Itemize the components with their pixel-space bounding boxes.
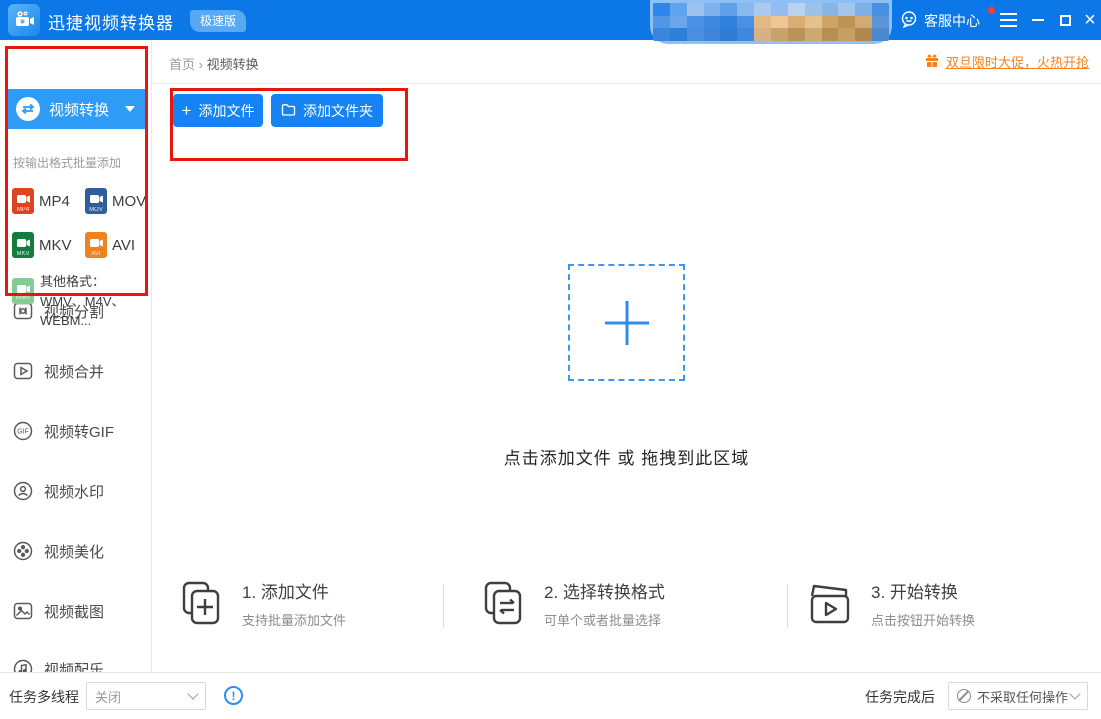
chevron-down-icon: [187, 688, 199, 700]
convert-swap-icon: [16, 97, 40, 121]
format-mkv[interactable]: MKV MKV: [12, 232, 72, 258]
promo-link[interactable]: 双旦限时大促，火热开抢: [924, 52, 1089, 71]
sidebar-item-video-merge[interactable]: 视频合并: [12, 360, 104, 382]
chat-bubble-icon: [900, 10, 918, 31]
sidebar-item-video-to-gif[interactable]: GIF 视频转GIF: [12, 420, 114, 442]
multithread-select[interactable]: 关闭: [86, 682, 206, 710]
svg-text:GIF: GIF: [17, 429, 29, 436]
service-center-button[interactable]: 客服中心: [900, 10, 980, 31]
app-title: 迅捷视频转换器: [48, 14, 174, 33]
info-icon[interactable]: !: [224, 686, 243, 705]
multithread-value: 关闭: [95, 689, 122, 705]
multithread-label: 任务多线程: [9, 689, 79, 705]
step2-desc: 可单个或者批量选择: [544, 613, 662, 628]
breadcrumb-home[interactable]: 首页: [169, 57, 195, 72]
format-label: MOV: [112, 192, 147, 210]
breadcrumb-bar: 首页 › 视频转换 双旦限时大促，火热开抢: [152, 40, 1101, 84]
sidebar-item-video-screenshot[interactable]: 视频截图: [12, 600, 104, 622]
redacted-account-area: [650, 0, 892, 44]
start-convert-step-icon: [810, 584, 850, 623]
service-center-label: 客服中心: [924, 12, 980, 29]
title-bar: 迅捷视频转换器 极速版 客服中心 ×: [0, 0, 1101, 44]
add-file-button[interactable]: + 添加文件: [173, 94, 263, 127]
breadcrumb-current: 视频转换: [206, 57, 259, 72]
watermark-icon: [13, 481, 33, 501]
promo-text[interactable]: 双旦限时大促，火热开抢: [946, 52, 1089, 71]
step3-title: 3. 开始转换: [871, 583, 958, 602]
minimize-icon: [1032, 19, 1044, 21]
step1-title: 1. 添加文件: [242, 583, 329, 602]
other-formats-label: 其他格式：WMV、M4V、WEBM...: [40, 274, 125, 328]
mp4-file-icon: MP4: [12, 188, 34, 214]
sidebar-item-video-watermark[interactable]: 视频水印: [12, 480, 104, 502]
plus-icon-large: [604, 300, 649, 345]
edition-badge: 极速版: [190, 10, 247, 32]
status-bar: 任务多线程 关闭 ! 任务完成后 不采取任何操作: [0, 672, 1101, 719]
sidebar-item-label: 视频水印: [44, 483, 105, 501]
format-label: AVI: [112, 236, 136, 254]
add-folder-label: 添加文件夹: [303, 102, 373, 119]
step1-desc: 支持批量添加文件: [242, 613, 347, 628]
sidebar-item-video-convert[interactable]: 视频转换: [8, 89, 145, 129]
add-folder-button[interactable]: 添加文件夹: [271, 94, 383, 127]
pixelated-mosaic: [653, 3, 889, 41]
notification-dot: [988, 7, 995, 14]
drop-zone-hint: 点击添加文件 或 拖拽到此区域: [503, 449, 750, 468]
add-file-step-icon: [182, 581, 220, 624]
sidebar-item-label: 视频截图: [44, 603, 105, 621]
sidebar-active-label: 视频转换: [49, 101, 110, 119]
sidebar-item-label: 视频转GIF: [44, 423, 114, 441]
close-button[interactable]: ×: [1076, 0, 1101, 40]
after-task-select[interactable]: 不采取任何操作: [948, 682, 1088, 710]
after-task-value: 不采取任何操作: [977, 689, 1069, 705]
app-logo-icon: [8, 4, 40, 36]
menu-button[interactable]: [1000, 13, 1017, 31]
format-label: MP4: [39, 192, 70, 210]
close-icon: ×: [1084, 9, 1096, 31]
chevron-down-icon: [1069, 688, 1081, 700]
mov-file-icon: MOV: [85, 188, 107, 214]
gift-icon: [924, 52, 940, 71]
maximize-button[interactable]: [1051, 0, 1079, 40]
no-action-icon: [957, 689, 971, 703]
format-label: MKV: [39, 236, 72, 254]
sidebar-item-label: 视频美化: [44, 543, 105, 561]
plus-icon: +: [181, 101, 192, 120]
format-mov[interactable]: MOV MOV: [85, 188, 146, 214]
step-add-file: 1. 添加文件 支持批量添加文件: [178, 578, 346, 629]
step-divider: [443, 584, 444, 628]
breadcrumb: 首页 › 视频转换: [169, 54, 259, 73]
step-divider: [787, 584, 788, 628]
sidebar-item-video-beautify[interactable]: 视频美化: [12, 540, 104, 562]
step2-title: 2. 选择转换格式: [544, 583, 665, 602]
folder-icon: [281, 103, 296, 119]
minimize-button[interactable]: [1024, 0, 1052, 40]
image-icon: [13, 602, 33, 620]
format-mp4[interactable]: MP4 MP4: [12, 188, 70, 214]
gif-icon: GIF: [13, 421, 33, 441]
sidebar: 视频转换 按输出格式批量添加 MP4 MP4 MOV MOV MKV MKV A…: [0, 40, 152, 679]
film-reel-icon: [13, 541, 33, 561]
sidebar-item-label: 视频合并: [44, 363, 105, 381]
after-task-label: 任务完成后: [865, 689, 935, 705]
choose-format-step-icon: [484, 581, 522, 624]
batch-add-hint: 按输出格式批量添加: [13, 156, 122, 170]
step-start-convert: 3. 开始转换 点击按钮开始转换: [805, 578, 975, 629]
maximize-icon: [1059, 14, 1071, 26]
mkv-file-icon: MKV: [12, 232, 34, 258]
format-avi[interactable]: AVI AVI: [85, 232, 135, 258]
format-other[interactable]: WMV 其他格式：WMV、M4V、WEBM...: [12, 272, 148, 331]
avi-file-icon: AVI: [85, 232, 107, 258]
merge-icon: [13, 362, 33, 380]
chevron-down-icon: [125, 106, 135, 112]
add-file-label: 添加文件: [198, 102, 255, 119]
wmv-file-icon: WMV: [12, 278, 34, 304]
file-drop-zone[interactable]: [568, 264, 685, 381]
breadcrumb-separator: ›: [198, 57, 207, 72]
step3-desc: 点击按钮开始转换: [871, 613, 976, 628]
step-choose-format: 2. 选择转换格式 可单个或者批量选择: [480, 578, 665, 629]
